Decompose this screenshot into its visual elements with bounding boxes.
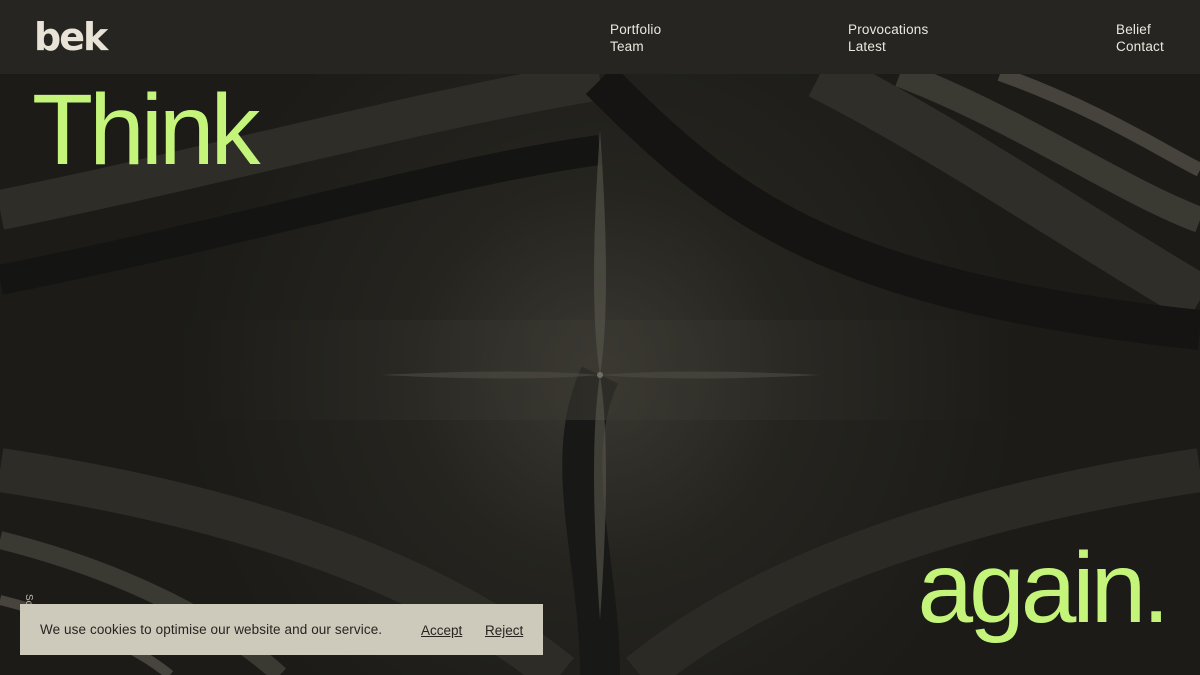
nav-column-3: Belief Contact <box>1116 21 1164 55</box>
hero-headline-think: Think <box>32 74 261 186</box>
hero-headline-again: again. <box>917 532 1170 644</box>
site-header: bek Portfolio Team Provocations Latest B… <box>0 0 1200 74</box>
nav-link-latest[interactable]: Latest <box>848 38 928 55</box>
cookie-reject-button[interactable]: Reject <box>485 622 523 639</box>
nav-link-provocations[interactable]: Provocations <box>848 21 928 38</box>
nav-link-belief[interactable]: Belief <box>1116 21 1164 38</box>
nav-column-2: Provocations Latest <box>848 21 928 55</box>
nav-link-team[interactable]: Team <box>610 38 661 55</box>
cookie-banner: We use cookies to optimise our website a… <box>20 604 543 655</box>
nav-column-1: Portfolio Team <box>610 21 661 55</box>
nav-link-contact[interactable]: Contact <box>1116 38 1164 55</box>
brand-logo[interactable]: bek <box>34 14 108 60</box>
cookie-accept-button[interactable]: Accept <box>421 622 462 639</box>
nav-link-portfolio[interactable]: Portfolio <box>610 21 661 38</box>
cookie-message: We use cookies to optimise our website a… <box>40 622 383 637</box>
